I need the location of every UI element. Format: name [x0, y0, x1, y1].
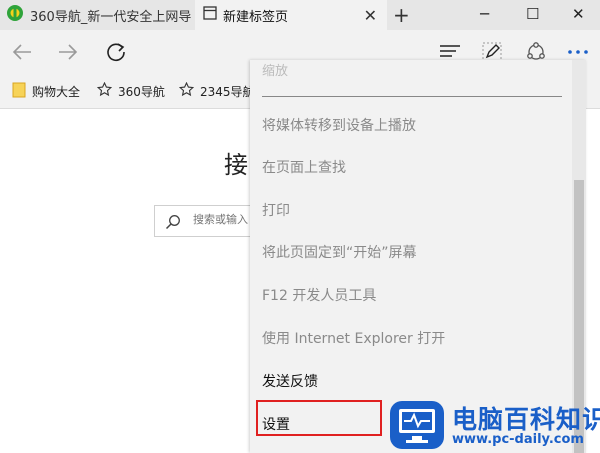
tab-label: 360导航_新一代安全上网导: [30, 9, 192, 25]
menu-scrollbar[interactable]: [572, 60, 586, 453]
close-tab-icon[interactable]: ✕: [364, 6, 377, 25]
favorite-label: 2345导航: [200, 84, 255, 99]
watermark-logo: 电脑百科知识 www.pc-daily.com: [388, 398, 600, 453]
360-logo-icon: [6, 4, 24, 26]
menu-item-find-on-page[interactable]: 在页面上查找: [262, 157, 346, 177]
page-heading: 接: [224, 151, 248, 179]
refresh-icon: [107, 43, 125, 62]
watermark-url: www.pc-daily.com: [452, 432, 584, 447]
search-icon: [165, 214, 181, 234]
favorite-item-shopping[interactable]: 购物大全: [12, 82, 80, 101]
hub-list-icon: [440, 45, 460, 57]
menu-item-f12-dev-tools[interactable]: F12 开发人员工具: [262, 285, 376, 305]
tab-new-tab[interactable]: 新建标签页 ✕: [195, 0, 387, 30]
favorite-item-2345[interactable]: 2345导航: [178, 81, 255, 100]
favorite-label: 360导航: [118, 84, 165, 99]
favorite-label: 购物大全: [32, 85, 81, 99]
forward-button[interactable]: [54, 38, 82, 66]
menu-item-pin-to-start[interactable]: 将此页固定到“开始”屏幕: [262, 242, 417, 262]
watermark-title: 电脑百科知识: [452, 405, 600, 434]
arrow-left-icon: [12, 44, 31, 60]
settings-highlight-box: [256, 400, 382, 436]
menu-item-send-feedback[interactable]: 发送反馈: [262, 371, 318, 391]
tab-label: 新建标签页: [223, 9, 289, 25]
minimize-button[interactable]: ─: [480, 5, 489, 23]
tab-page-icon: [203, 6, 217, 24]
menu-zoom-partial: 缩放: [262, 64, 289, 79]
refresh-button[interactable]: [102, 38, 130, 66]
title-bar: 360导航_新一代安全上网导 新建标签页 ✕ + ─ ☐ ✕: [0, 0, 600, 30]
more-dots-icon: [568, 50, 588, 54]
folder-icon: [12, 82, 26, 101]
maximize-button[interactable]: ☐: [526, 5, 539, 23]
menu-item-open-in-ie[interactable]: 使用 Internet Explorer 打开: [262, 328, 445, 348]
menu-item-print[interactable]: 打印: [262, 200, 290, 220]
more-actions-menu: 缩放 将媒体转移到设备上播放 在页面上查找 打印 将此页固定到“开始”屏幕 F1…: [250, 60, 586, 453]
close-window-button[interactable]: ✕: [572, 5, 585, 23]
star-icon: [96, 81, 113, 100]
menu-item-cast-media[interactable]: 将媒体转移到设备上播放: [262, 115, 416, 135]
arrow-right-icon: [59, 44, 78, 60]
tab-360-nav[interactable]: 360导航_新一代安全上网导: [0, 0, 194, 30]
back-button[interactable]: [8, 38, 36, 66]
monitor-logo-icon: [390, 401, 444, 449]
favorite-item-360[interactable]: 360导航: [96, 81, 165, 100]
star-icon: [178, 81, 195, 100]
menu-separator: [262, 96, 562, 97]
new-tab-button[interactable]: +: [393, 3, 410, 27]
